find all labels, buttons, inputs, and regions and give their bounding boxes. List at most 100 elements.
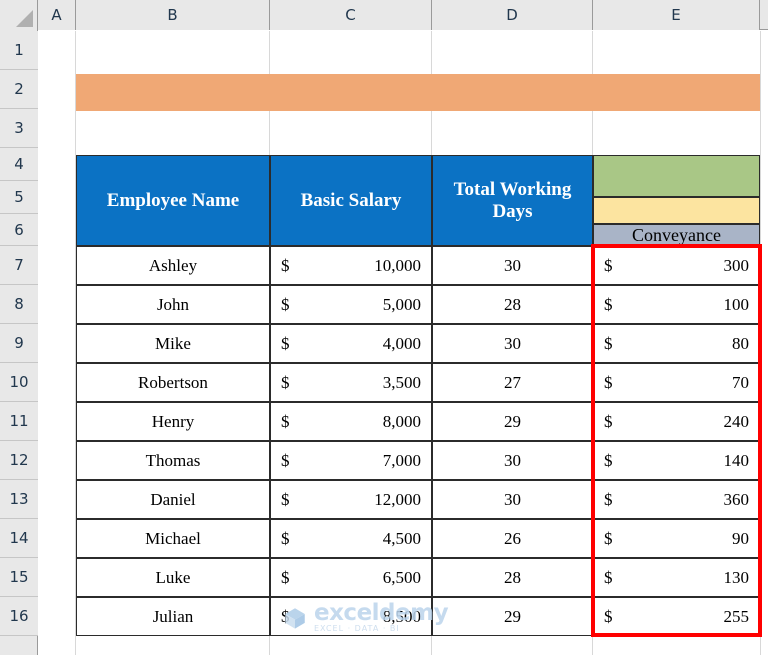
currency-symbol: $ [604,606,613,626]
row-header-11[interactable]: 11 [0,402,38,441]
table-row[interactable]: Mike [76,324,270,363]
cell-working-days: 27 [504,372,521,392]
select-all-triangle-icon [16,10,33,27]
column-header-e[interactable]: E [593,0,760,30]
row-header-3[interactable]: 3 [0,109,38,148]
grid-line [760,31,761,655]
table-row[interactable]: 29 [432,402,593,441]
table-row[interactable]: Henry [76,402,270,441]
column-header-c[interactable]: C [270,0,432,30]
row-header-15[interactable]: 15 [0,558,38,597]
row-header-16[interactable]: 16 [0,597,38,636]
row-header-9[interactable]: 9 [0,324,38,363]
table-row[interactable]: $80 [593,324,760,363]
table-row[interactable]: 28 [432,285,593,324]
cell-working-days: 26 [504,528,521,548]
cell-basic-salary: 8,500 [382,606,421,626]
table-row[interactable]: 30 [432,441,593,480]
table-row[interactable]: $3,500 [270,363,432,402]
row-header-10[interactable]: 10 [0,363,38,402]
table-row[interactable]: $7,000 [270,441,432,480]
table-row[interactable]: John [76,285,270,324]
currency-symbol: $ [281,294,290,314]
row-header-1[interactable]: 1 [0,31,38,70]
table-row[interactable]: $8,500 [270,597,432,636]
cell-employee-name: Ashley [148,255,198,275]
currency-symbol: $ [604,450,613,470]
currency-symbol: $ [604,294,613,314]
table-row[interactable]: $140 [593,441,760,480]
header-basic-salary[interactable]: Basic Salary [270,155,432,246]
cell-conveyance: 360 [723,489,750,509]
table-row[interactable]: 30 [432,480,593,519]
header-conveyance[interactable]: Conveyance [593,224,760,247]
column-header-d[interactable]: D [432,0,593,30]
table-row[interactable]: 30 [432,324,593,363]
table-row[interactable]: Ashley [76,246,270,285]
row-header-8[interactable]: 8 [0,285,38,324]
table-row[interactable]: 26 [432,519,593,558]
cell-basic-salary: 4,500 [382,528,421,548]
currency-symbol: $ [281,567,290,587]
table-row[interactable]: $6,500 [270,558,432,597]
table-row[interactable]: Luke [76,558,270,597]
table-row[interactable]: Julian [76,597,270,636]
currency-symbol: $ [604,567,613,587]
select-all-corner[interactable] [0,0,38,30]
cell-employee-name: Daniel [150,489,196,509]
row-header-7[interactable]: 7 [0,246,38,285]
currency-symbol: $ [281,450,290,470]
table-row[interactable]: $10,000 [270,246,432,285]
table-row[interactable]: Michael [76,519,270,558]
row-header-2[interactable]: 2 [0,70,38,109]
row-header-6[interactable]: 6 [0,214,38,246]
cell-basic-salary: 5,000 [382,294,421,314]
column-header-b[interactable]: B [76,0,270,30]
table-row[interactable]: $360 [593,480,760,519]
row-header-4[interactable]: 4 [0,148,38,181]
table-row[interactable]: 28 [432,558,593,597]
header-total-working-days[interactable]: Total Working Days [432,155,593,246]
row-header-12[interactable]: 12 [0,441,38,480]
row-header-5[interactable]: 5 [0,181,38,214]
header-swatch-yellow[interactable] [593,197,760,224]
cell-working-days: 30 [504,489,521,509]
table-row[interactable]: Thomas [76,441,270,480]
currency-symbol: $ [281,528,290,548]
currency-symbol: $ [604,333,613,353]
table-row[interactable]: 27 [432,363,593,402]
table-row[interactable]: 30 [432,246,593,285]
cell-employee-name: Robertson [138,372,208,392]
table-row[interactable]: Daniel [76,480,270,519]
table-row[interactable]: 29 [432,597,593,636]
cell-employee-name: John [156,294,190,314]
cell-basic-salary: 6,500 [382,567,421,587]
row-header-14[interactable]: 14 [0,519,38,558]
table-row[interactable]: Robertson [76,363,270,402]
table-row[interactable]: $4,500 [270,519,432,558]
cell-conveyance: 255 [723,606,750,626]
table-row[interactable]: $300 [593,246,760,285]
row-header-13[interactable]: 13 [0,480,38,519]
table-row[interactable]: $70 [593,363,760,402]
table-row[interactable]: $130 [593,558,760,597]
header-conveyance-label: Conveyance [632,225,721,245]
cell-basic-salary: 4,000 [382,333,421,353]
cell-employee-name: Henry [151,411,195,431]
table-row[interactable]: $255 [593,597,760,636]
cell-conveyance: 90 [732,528,749,548]
table-row[interactable]: $90 [593,519,760,558]
cell-working-days: 28 [504,294,521,314]
table-row[interactable]: $12,000 [270,480,432,519]
header-employee-name[interactable]: Employee Name [76,155,270,246]
table-row[interactable]: $240 [593,402,760,441]
cell-conveyance: 70 [732,372,749,392]
orange-banner[interactable] [76,74,760,111]
table-row[interactable]: $8,000 [270,402,432,441]
header-swatch-green[interactable] [593,155,760,197]
cell-employee-name: Michael [145,528,201,548]
table-row[interactable]: $100 [593,285,760,324]
table-row[interactable]: $5,000 [270,285,432,324]
table-row[interactable]: $4,000 [270,324,432,363]
column-header-a[interactable]: A [38,0,76,30]
